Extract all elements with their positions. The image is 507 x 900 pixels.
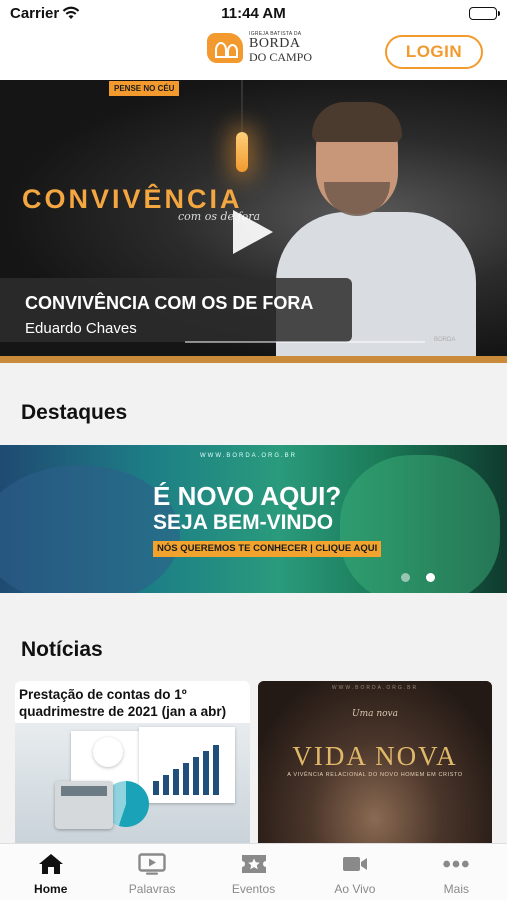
news-graphic-kicker: Uma nova — [351, 709, 398, 719]
banner-cta[interactable]: NÓS QUEREMOS TE CONHECER | CLIQUE AQUI — [153, 541, 382, 557]
news-graphic-title: VIDA NOVA — [292, 741, 458, 771]
banner-headline: É NOVO AQUI? — [153, 481, 342, 511]
more-dots-icon — [442, 852, 470, 876]
tab-palavras[interactable]: Palavras — [101, 844, 202, 900]
login-button[interactable]: LOGIN — [385, 35, 483, 69]
ticket-star-icon — [240, 852, 268, 876]
banner-url: WWW.BORDA.ORG.BR — [200, 453, 297, 459]
tab-eventos[interactable]: Eventos — [203, 844, 304, 900]
calculator-graphic — [55, 781, 113, 829]
tv-play-icon — [138, 852, 166, 876]
battery-icon — [469, 7, 500, 20]
status-bar: Carrier 11:44 AM — [0, 0, 507, 28]
lamp-graphic — [236, 132, 248, 172]
news-heading: Notícias — [21, 638, 103, 661]
video-watermark: BORDA — [434, 337, 456, 343]
news-title: Prestação de contas do 1º quadrimestre d… — [19, 687, 227, 719]
news-thumbnail — [15, 723, 250, 843]
banner-subheadline: SEJA BEM-VINDO — [153, 511, 334, 534]
video-author: Eduardo Chaves — [25, 320, 137, 337]
clock: 11:44 AM — [221, 5, 286, 22]
tab-label: Palavras — [128, 882, 176, 896]
carousel-dot-1[interactable] — [401, 573, 410, 582]
tab-label: Home — [34, 882, 68, 896]
news-card[interactable]: Prestação de contas do 1º quadrimestre d… — [15, 681, 250, 843]
highlights-heading: Destaques — [21, 401, 128, 424]
video-title: CONVIVÊNCIA COM OS DE FORA — [25, 293, 314, 313]
logo-line2: BORDA — [249, 36, 301, 51]
news-graphic-url: WWW.BORDA.ORG.BR — [331, 685, 419, 691]
tab-label: Eventos — [231, 882, 276, 896]
video-scrub-track — [185, 341, 425, 343]
news-card[interactable]: WWW.BORDA.ORG.BR Uma nova VIDA NOVA A VI… — [258, 681, 492, 843]
tab-label: Mais — [443, 882, 469, 896]
tab-ao-vivo[interactable]: Ao Vivo — [304, 844, 405, 900]
featured-video[interactable]: PENSE NO CÉU CONVIVÊNCIA com os de fora … — [0, 80, 507, 363]
church-logo: IGREJA BATISTA DA BORDA DO CAMPO — [207, 32, 312, 63]
tab-home[interactable]: Home — [0, 844, 101, 900]
video-camera-icon — [341, 852, 369, 876]
tab-bar: Home Palavras Eventos Ao Vivo Mais — [0, 843, 507, 900]
logo-mark-icon — [207, 32, 243, 63]
highlight-banner[interactable]: WWW.BORDA.ORG.BR É NOVO AQUI? SEJA BEM-V… — [0, 445, 507, 593]
app-header: IGREJA BATISTA DA BORDA DO CAMPO LOGIN — [0, 28, 507, 80]
logo-line3: DO CAMPO — [249, 50, 313, 64]
home-icon — [37, 852, 65, 876]
carousel-dot-2[interactable] — [426, 573, 435, 582]
series-tag: PENSE NO CÉU — [109, 81, 180, 96]
video-progress-bar — [0, 356, 507, 363]
play-icon[interactable] — [233, 210, 273, 254]
tab-label: Ao Vivo — [334, 882, 376, 896]
news-graphic-subtitle: A VIVÊNCIA RELACIONAL DO NOVO HOMEM EM C… — [287, 772, 463, 778]
tab-mais[interactable]: Mais — [406, 844, 507, 900]
carousel-pager[interactable] — [401, 573, 435, 582]
